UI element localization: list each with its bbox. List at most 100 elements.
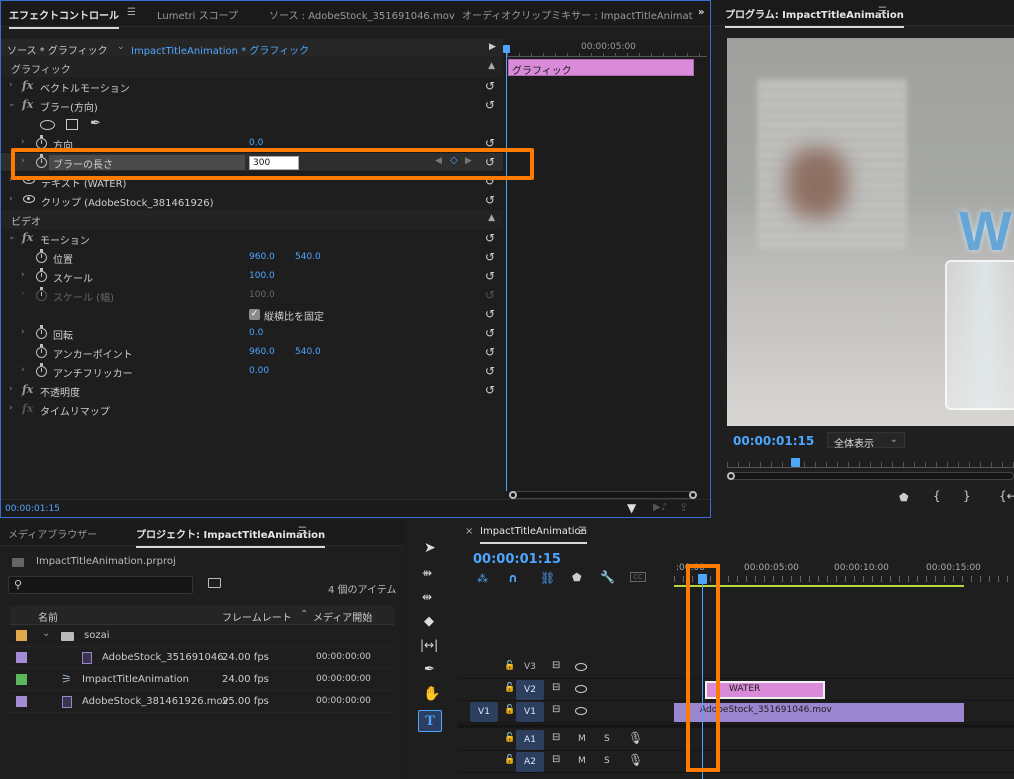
razor-tool-icon[interactable]: ◆ bbox=[424, 614, 434, 629]
program-ruler[interactable] bbox=[727, 462, 1014, 468]
fx-icon[interactable]: fx bbox=[22, 383, 33, 396]
eye-icon[interactable] bbox=[575, 663, 587, 671]
tab-audio-mixer[interactable]: オーディオクリップミキサー : ImpactTitleAnimat bbox=[462, 7, 693, 22]
lock-icon[interactable]: 🔓 bbox=[504, 661, 515, 671]
chevron-down-icon[interactable]: ⌄ bbox=[8, 99, 16, 109]
project-search-input[interactable]: ⚲ bbox=[8, 576, 193, 594]
wrench-icon[interactable]: 🔧 bbox=[600, 570, 615, 584]
fx-icon[interactable]: fx bbox=[22, 402, 33, 415]
ripple-edit-tool-icon[interactable]: ⇹ bbox=[422, 590, 432, 604]
eye-icon[interactable] bbox=[575, 707, 587, 715]
mark-out-icon[interactable]: } bbox=[963, 489, 971, 503]
row-time-remap[interactable]: › fx タイムリマップ bbox=[1, 400, 503, 419]
sequence-label[interactable]: ImpactTitleAnimation * グラフィック bbox=[131, 42, 309, 57]
fx-icon[interactable]: fx bbox=[22, 98, 33, 111]
row-anchor-point[interactable]: アンカーポイント 960.0 540.0 ↺ bbox=[1, 343, 503, 362]
close-icon[interactable]: × bbox=[465, 526, 473, 537]
col-framerate[interactable]: フレームレート bbox=[222, 609, 292, 624]
ec-playhead[interactable] bbox=[506, 45, 507, 491]
col-name[interactable]: 名前 bbox=[38, 609, 58, 624]
lock-icon[interactable]: 🔓 bbox=[504, 755, 515, 765]
reset-icon[interactable]: ↺ bbox=[485, 364, 495, 378]
anchor-x-value[interactable]: 960.0 bbox=[249, 347, 275, 357]
chevron-down-icon[interactable]: ⌄ bbox=[117, 42, 125, 52]
type-tool-icon[interactable]: T bbox=[418, 710, 442, 732]
row-rotation[interactable]: › 回転 0.0 ↺ bbox=[1, 324, 503, 343]
track-a2[interactable]: 🔓 A2 ⊟ M S 🎙 bbox=[458, 751, 1014, 773]
timeline-ruler[interactable]: :00:00 00:00:05:00 00:00:10:00 00:00:15:… bbox=[674, 560, 1014, 590]
track-target-a1[interactable]: A1 bbox=[516, 730, 544, 750]
ec-mini-timeline[interactable]: 00:00:05:00 グラフィック bbox=[503, 39, 710, 499]
chevron-right-icon[interactable]: › bbox=[9, 384, 13, 394]
fit-select[interactable]: 全体表示 ⌄ bbox=[827, 432, 905, 450]
track-v3[interactable]: 🔓 V3 ⊟ bbox=[458, 657, 1014, 679]
program-timecode[interactable]: 00:00:01:15 bbox=[733, 434, 814, 448]
filter-icon[interactable]: ▼ bbox=[627, 501, 636, 515]
rotation-value[interactable]: 0.0 bbox=[249, 328, 263, 338]
row-scale[interactable]: › スケール 100.0 ↺ bbox=[1, 267, 503, 286]
sync-lock-icon[interactable]: ⊟ bbox=[552, 704, 560, 715]
sort-ascending-icon[interactable]: ⌃ bbox=[300, 609, 308, 620]
label-color-swatch[interactable] bbox=[16, 674, 27, 685]
eye-icon[interactable] bbox=[575, 685, 587, 693]
menu-icon[interactable]: ☰ bbox=[578, 526, 587, 537]
sync-lock-icon[interactable]: ⊟ bbox=[552, 660, 560, 671]
lock-icon[interactable]: 🔓 bbox=[504, 683, 515, 693]
video-audio-divider[interactable] bbox=[458, 724, 1014, 728]
reset-icon[interactable]: ↺ bbox=[485, 269, 495, 283]
stopwatch-icon[interactable] bbox=[36, 268, 47, 282]
ellipse-mask-icon[interactable] bbox=[40, 120, 55, 130]
anchor-y-value[interactable]: 540.0 bbox=[295, 347, 321, 357]
reset-icon[interactable]: ↺ bbox=[485, 307, 495, 321]
track-v1[interactable]: V1 🔓 V1 ⊟ AdobeStock_351691046.mov bbox=[458, 701, 1014, 723]
row-uniform-scale[interactable]: ✓ 縦横比を固定 ↺ bbox=[1, 305, 503, 324]
chevron-right-icon[interactable]: › bbox=[21, 270, 25, 280]
reset-icon[interactable]: ↺ bbox=[485, 250, 495, 264]
col-media-start[interactable]: メディア開始 bbox=[313, 609, 372, 624]
track-label-v3[interactable]: V3 bbox=[524, 662, 536, 672]
nest-toggle-icon[interactable]: ⁂ bbox=[477, 572, 488, 585]
collapse-up-icon[interactable]: ▲ bbox=[488, 61, 495, 71]
lock-icon[interactable]: 🔓 bbox=[504, 733, 515, 743]
table-row[interactable]: AdobeStock_381461926.mov 25.00 fps 00:00… bbox=[10, 691, 394, 713]
track-v2[interactable]: 🔓 V2 ⊟ WATER bbox=[458, 679, 1014, 701]
reset-icon[interactable]: ↺ bbox=[485, 326, 495, 340]
ec-scroll-track[interactable] bbox=[509, 491, 697, 499]
label-color-swatch[interactable] bbox=[16, 630, 27, 641]
clip-water[interactable]: WATER bbox=[705, 681, 825, 699]
row-blur-direction[interactable]: ⌄ fx ブラー(方向) ↺ bbox=[1, 96, 503, 115]
label-color-swatch[interactable] bbox=[16, 652, 27, 663]
snap-icon[interactable]: ∩ bbox=[508, 571, 518, 585]
tab-media-browser[interactable]: メディアブラウザー bbox=[8, 526, 97, 541]
eye-icon[interactable] bbox=[23, 195, 35, 203]
sync-lock-icon[interactable]: ⊟ bbox=[552, 754, 560, 765]
ec-playhead-handle[interactable] bbox=[503, 45, 510, 53]
ec-graphic-clip-bar[interactable]: グラフィック bbox=[508, 59, 694, 77]
chevron-right-icon[interactable]: › bbox=[9, 403, 13, 413]
sync-lock-icon[interactable]: ⊟ bbox=[552, 682, 560, 693]
tab-menu-icon[interactable]: ☰ bbox=[127, 7, 136, 18]
stopwatch-icon[interactable] bbox=[36, 325, 47, 339]
chevron-right-icon[interactable]: › bbox=[21, 365, 25, 375]
program-monitor-title[interactable]: プログラム: ImpactTitleAnimation bbox=[725, 6, 904, 28]
stopwatch-icon[interactable] bbox=[36, 344, 47, 358]
add-marker-icon[interactable]: ⬟ bbox=[899, 491, 909, 504]
new-bin-from-search-icon[interactable] bbox=[208, 578, 221, 588]
table-row[interactable]: AdobeStock_351691046. 24.00 fps 00:00:00… bbox=[10, 647, 394, 669]
menu-icon[interactable]: ☰ bbox=[298, 526, 307, 537]
slip-tool-icon[interactable]: |↔| bbox=[420, 638, 438, 652]
track-target-a2[interactable]: A2 bbox=[516, 752, 544, 772]
chevron-down-icon[interactable]: ⌄ bbox=[8, 232, 16, 242]
rectangle-mask-icon[interactable] bbox=[66, 119, 78, 130]
fx-icon[interactable]: fx bbox=[22, 79, 33, 92]
track-target-v2[interactable]: V2 bbox=[516, 680, 544, 700]
pen-mask-icon[interactable]: ✒ bbox=[90, 116, 101, 131]
program-scroll-track[interactable] bbox=[727, 472, 1014, 480]
table-row[interactable]: ⚞ ImpactTitleAnimation 24.00 fps 00:00:0… bbox=[10, 669, 394, 691]
row-motion[interactable]: ⌄ fx モーション ↺ bbox=[1, 229, 503, 248]
fx-icon[interactable]: fx bbox=[22, 231, 33, 244]
row-clip-layer[interactable]: › クリップ (AdobeStock_381461926) ↺ bbox=[1, 191, 503, 210]
microphone-icon[interactable]: 🎙 bbox=[628, 731, 643, 745]
solo-button[interactable]: S bbox=[604, 734, 610, 744]
row-antiflicker[interactable]: › アンチフリッカー 0.00 ↺ bbox=[1, 362, 503, 381]
